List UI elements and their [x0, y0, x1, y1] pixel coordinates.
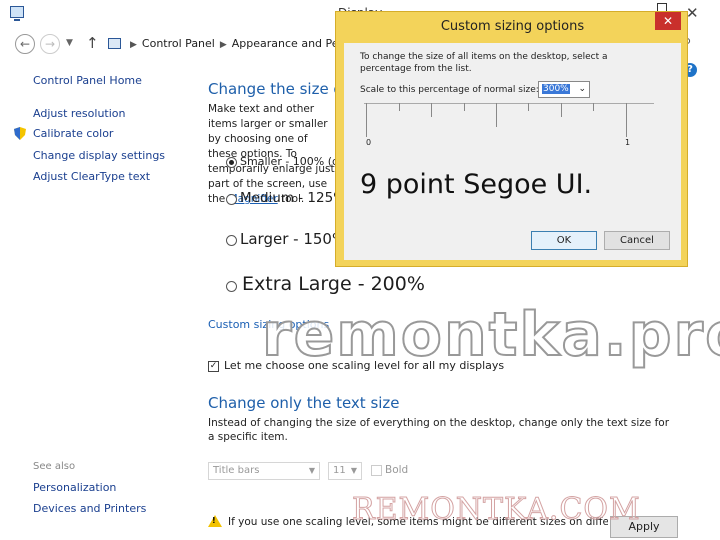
ruler-end-label: 1 [625, 138, 631, 147]
font-size-value: 11 [333, 465, 346, 476]
dialog-instructions: To change the size of all items on the d… [360, 52, 608, 74]
sidebar-item-personalization[interactable]: Personalization [33, 481, 116, 494]
ruler-tick [431, 103, 432, 117]
scale-percentage-select[interactable]: 300% ⌄ [538, 81, 590, 98]
scale-label: Scale to this percentage of normal size: [360, 85, 539, 95]
ruler-tick [464, 103, 465, 111]
watermark: REMONTKA.COM [352, 492, 641, 528]
recent-locations-chevron-icon[interactable]: ▼ [66, 38, 73, 48]
control-panel-icon [10, 6, 24, 21]
radio-smaller[interactable] [226, 157, 237, 168]
ruler-start-label: 0 [366, 138, 372, 147]
radio-extra-large[interactable] [226, 281, 237, 292]
sidebar-item-adjust-cleartype[interactable]: Adjust ClearType text [33, 170, 150, 183]
ruler-tick [561, 103, 562, 117]
chevron-right-icon[interactable]: ▶ [130, 40, 137, 50]
back-button[interactable]: ← [15, 34, 35, 54]
text-size-description: Instead of changing the size of everythi… [208, 417, 670, 443]
ruler-tick [626, 103, 627, 137]
chevron-down-icon: ▼ [350, 466, 357, 475]
watermark: remontka.pro [261, 299, 720, 371]
ruler-tick [496, 103, 497, 127]
custom-sizing-dialog: Custom sizing options ✕ To change the si… [335, 11, 688, 267]
up-arrow-icon[interactable]: ↑ [86, 34, 99, 52]
option-label-extra-large[interactable]: Extra Large - 200% [242, 273, 425, 295]
sidebar-item-adjust-resolution[interactable]: Adjust resolution [33, 107, 126, 120]
scaling-checkbox[interactable]: ✓ [208, 361, 219, 372]
warning-icon-mark: ! [212, 516, 216, 525]
option-label-medium[interactable]: Medium - 125% [240, 190, 346, 206]
scale-value: 300% [542, 84, 570, 94]
close-icon[interactable]: ✕ [655, 12, 681, 30]
sidebar-item-change-display-settings[interactable]: Change display settings [33, 149, 165, 162]
chevron-right-icon[interactable]: ▶ [220, 40, 227, 50]
control-panel-icon [108, 38, 121, 49]
option-label-larger[interactable]: Larger - 150% [240, 230, 346, 248]
shield-icon [14, 127, 26, 140]
ruler[interactable] [364, 103, 654, 104]
text-item-dropdown[interactable]: Title bars ▼ [208, 462, 320, 480]
bold-checkbox[interactable] [371, 465, 382, 476]
forward-button[interactable]: → [40, 34, 60, 54]
sidebar-home-link[interactable]: Control Panel Home [33, 74, 142, 87]
section-title-text-size: Change only the text size [208, 394, 400, 412]
ruler-tick [399, 103, 400, 111]
see-also-label: See also [33, 461, 76, 472]
cancel-button[interactable]: Cancel [604, 231, 670, 250]
radio-larger[interactable] [226, 235, 237, 246]
ok-button[interactable]: OK [531, 231, 597, 250]
dialog-body: To change the size of all items on the d… [344, 43, 681, 260]
sidebar-item-devices-printers[interactable]: Devices and Printers [33, 502, 146, 515]
dialog-title: Custom sizing options [440, 19, 585, 34]
chevron-down-icon: ▼ [308, 466, 315, 475]
chevron-down-icon: ⌄ [578, 84, 586, 94]
ruler-tick [528, 103, 529, 111]
ruler-tick [366, 103, 367, 137]
sidebar-item-calibrate-color[interactable]: Calibrate color [33, 127, 113, 140]
font-size-dropdown[interactable]: 11 ▼ [328, 462, 362, 480]
sample-text: 9 point Segoe UI. [360, 169, 593, 200]
radio-medium[interactable] [226, 194, 237, 205]
text-item-value: Title bars [213, 465, 260, 476]
breadcrumb-item[interactable]: Control Panel [142, 37, 215, 50]
bold-label[interactable]: Bold [385, 464, 408, 476]
ruler-tick [593, 103, 594, 111]
